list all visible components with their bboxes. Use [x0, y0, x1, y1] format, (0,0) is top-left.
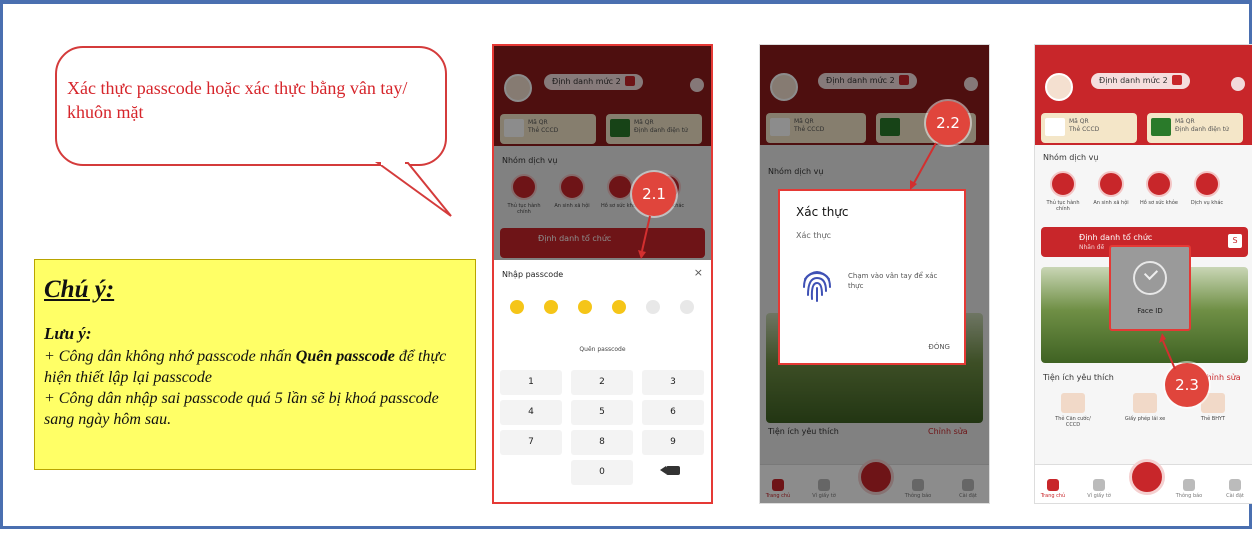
- phone-passcode: Định danh mức 2 Mã QR Thẻ CCCD Mã QR Định …: [492, 44, 713, 504]
- step-arrow: [638, 215, 651, 259]
- note-bold-forgot: Quên passcode: [295, 348, 395, 365]
- note-line-1: + Công dân không nhớ passcode nhấn Quên …: [44, 348, 447, 386]
- step-arrow: [910, 142, 937, 190]
- step-arrow: [1159, 333, 1176, 370]
- note-box: Chú ý: Lưu ý: + Công dân không nhớ passc…: [34, 259, 476, 470]
- note-subtitle: Lưu ý:: [44, 324, 92, 343]
- note-line-2: + Công dân nhập sai passcode quá 5 lần s…: [44, 390, 439, 428]
- phone-fingerprint: Định danh mức 2 Mã QR Thẻ CCCD Nhóm dịch …: [759, 44, 990, 504]
- phone-faceid: Định danh mức 2 Mã QR Thẻ CCCD Mã QR Định …: [1034, 44, 1252, 504]
- note-title: Chú ý:: [44, 276, 115, 303]
- slide-frame: Xác thực passcode hoặc xác thực bằng vân…: [0, 0, 1252, 529]
